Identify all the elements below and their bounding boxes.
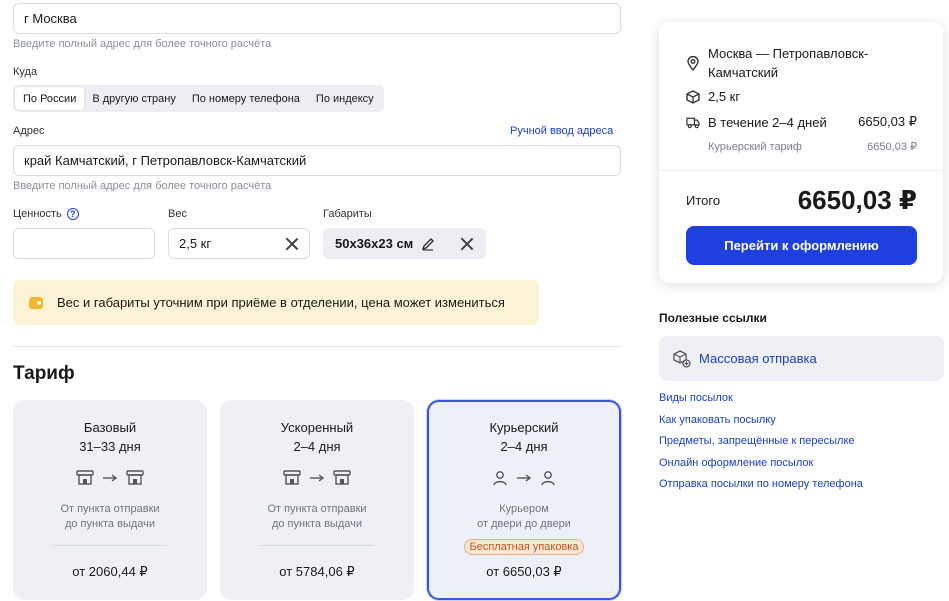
tariff-route-icons	[220, 470, 414, 486]
tariff-desc-line2: до пункта выдачи	[271, 518, 363, 530]
clear-dims-icon[interactable]	[460, 237, 474, 251]
to-address-input[interactable]: край Камчатский, г Петропавловск-Камчатс…	[13, 145, 621, 176]
dims-chip[interactable]: 50x36x23 см	[323, 228, 486, 259]
summary-tariff-name: Курьерский тариф	[708, 140, 802, 153]
tariff-card-express[interactable]: Ускоренный 2–4 дня От пункта отправки до…	[220, 400, 414, 600]
weight-input-value: 2,5 кг	[179, 236, 212, 251]
summary-route: Москва — Петропавловск- Камчатский	[686, 44, 917, 82]
tariff-desc-line1: От пункта отправки	[267, 503, 367, 515]
summary-delivery-price: 6650,03 ₽	[858, 114, 917, 129]
tariff-card-basic[interactable]: Базовый 31–33 дня От пункта отправки до …	[13, 400, 207, 600]
tariff-desc-line1: От пункта отправки	[60, 503, 160, 515]
truck-icon	[686, 116, 700, 129]
from-address-value: г Москва	[24, 11, 77, 26]
to-address-value: край Камчатский, г Петропавловск-Камчатс…	[24, 153, 307, 168]
dims-value: 50x36x23 см	[335, 236, 414, 251]
pickup-point-icon	[126, 470, 144, 485]
address-label: Адрес	[13, 125, 45, 137]
to-address-hint: Введите полный адрес для более точного р…	[13, 180, 272, 192]
weight-input[interactable]: 2,5 кг	[168, 228, 310, 259]
location-pin-icon	[686, 56, 700, 71]
summary-weight: 2,5 кг	[686, 89, 917, 104]
tab-other-country[interactable]: В другую страну	[84, 87, 183, 110]
tab-by-phone[interactable]: По номеру телефона	[184, 87, 308, 110]
wallet-icon	[29, 296, 43, 309]
order-summary: Москва — Петропавловск- Камчатский 2,5 к…	[659, 22, 943, 283]
from-address-hint: Введите полный адрес для более точного р…	[13, 38, 272, 50]
manual-address-link[interactable]: Ручной ввод адреса	[510, 125, 613, 137]
tariff-description: От пункта отправки до пункта выдачи	[220, 502, 414, 532]
total-label: Итого	[686, 193, 721, 208]
mass-send-label: Массовая отправка	[699, 351, 817, 366]
tariff-name: Ускоренный	[280, 420, 354, 435]
tariff-days: 2–4 дня	[293, 439, 341, 454]
tariff-description: Курьером от двери до двери	[429, 502, 619, 532]
value-label: Ценность ?	[13, 208, 79, 220]
tariff-desc-line2: от двери до двери	[477, 518, 571, 530]
boxes-icon	[673, 349, 691, 368]
tariff-price: от 6650,03 ₽	[486, 564, 562, 579]
tariff-price: от 5784,06 ₽	[279, 564, 355, 579]
summary-tariff-price: 6650,03 ₽	[867, 141, 917, 153]
tariff-route-icons	[429, 470, 619, 486]
arrow-right-icon	[310, 474, 325, 482]
arrow-right-icon	[517, 474, 532, 482]
tariff-days: 31–33 дня	[79, 439, 141, 454]
tariff-name: Базовый	[83, 420, 137, 435]
tariff-route-icons	[13, 470, 207, 486]
weight-notice: Вес и габариты уточним при приёме в отде…	[13, 280, 539, 325]
free-packaging-badge: Бесплатная упаковка	[463, 539, 585, 555]
summary-tariff: Курьерский тариф 6650,03 ₽	[708, 140, 917, 154]
route-line1: Москва — Петропавловск-	[708, 46, 869, 61]
help-icon[interactable]: ?	[66, 208, 79, 220]
weight-label: Вес	[168, 208, 187, 220]
section-divider	[13, 346, 621, 347]
useful-link-parcel-types[interactable]: Виды посылок	[659, 392, 863, 414]
summary-weight-value: 2,5 кг	[708, 89, 741, 104]
destination-type-tabs: По России В другую страну По номеру теле…	[13, 85, 384, 112]
summary-delivery-text: В течение 2–4 дней	[708, 114, 827, 130]
clear-weight-icon[interactable]	[285, 237, 299, 251]
useful-link-prohibited-items[interactable]: Предметы, запрещённые к пересылке	[659, 435, 863, 457]
value-label-text: Ценность	[13, 208, 62, 220]
tariff-title: Тариф	[13, 363, 75, 384]
useful-link-online-registration[interactable]: Онлайн оформление посылок	[659, 457, 863, 479]
useful-link-how-to-pack[interactable]: Как упаковать посылку	[659, 414, 863, 436]
pickup-point-icon	[333, 470, 351, 485]
tariff-name: Курьерский	[489, 420, 559, 435]
mass-send-link[interactable]: Массовая отправка	[659, 336, 944, 381]
person-icon	[541, 471, 555, 486]
useful-links-title: Полезные ссылки	[659, 311, 767, 325]
useful-links-list: Виды посылок Как упаковать посылку Предм…	[659, 392, 863, 500]
summary-divider	[659, 170, 943, 171]
free-packaging-badge-wrap: Бесплатная упаковка	[429, 539, 619, 555]
pickup-point-icon	[76, 470, 94, 485]
tab-by-index[interactable]: По индексу	[308, 87, 382, 110]
tariff-desc-line2: до пункта выдачи	[64, 518, 156, 530]
dims-label: Габариты	[323, 208, 372, 220]
tariff-desc-line1: Курьером	[499, 503, 549, 515]
from-address-input[interactable]: г Москва	[13, 3, 621, 34]
summary-delivery: В течение 2–4 дней 6650,03 ₽	[686, 114, 917, 130]
tariff-days: 2–4 дня	[500, 439, 548, 454]
pickup-point-icon	[283, 470, 301, 485]
card-separator	[260, 545, 374, 546]
edit-pencil-icon[interactable]	[421, 237, 435, 251]
tariff-price: от 2060,44 ₽	[72, 564, 148, 579]
total-value: 6650,03 ₽	[797, 185, 917, 215]
notice-text: Вес и габариты уточним при приёме в отде…	[57, 295, 505, 310]
box-icon	[686, 89, 700, 104]
tariff-card-courier[interactable]: Курьерский 2–4 дня Курьером от двери до …	[427, 400, 621, 600]
useful-link-send-by-phone[interactable]: Отправка посылки по номеру телефона	[659, 478, 863, 500]
checkout-button[interactable]: Перейти к оформлению	[686, 226, 917, 265]
card-separator	[53, 545, 167, 546]
to-label: Куда	[13, 66, 38, 78]
summary-total: Итого 6650,03 ₽	[686, 185, 917, 216]
route-line2: Камчатский	[708, 65, 778, 80]
tariff-description: От пункта отправки до пункта выдачи	[13, 502, 207, 532]
value-input[interactable]	[13, 228, 155, 259]
arrow-right-icon	[103, 474, 118, 482]
person-icon	[493, 471, 507, 486]
tab-russia[interactable]: По России	[15, 87, 85, 110]
